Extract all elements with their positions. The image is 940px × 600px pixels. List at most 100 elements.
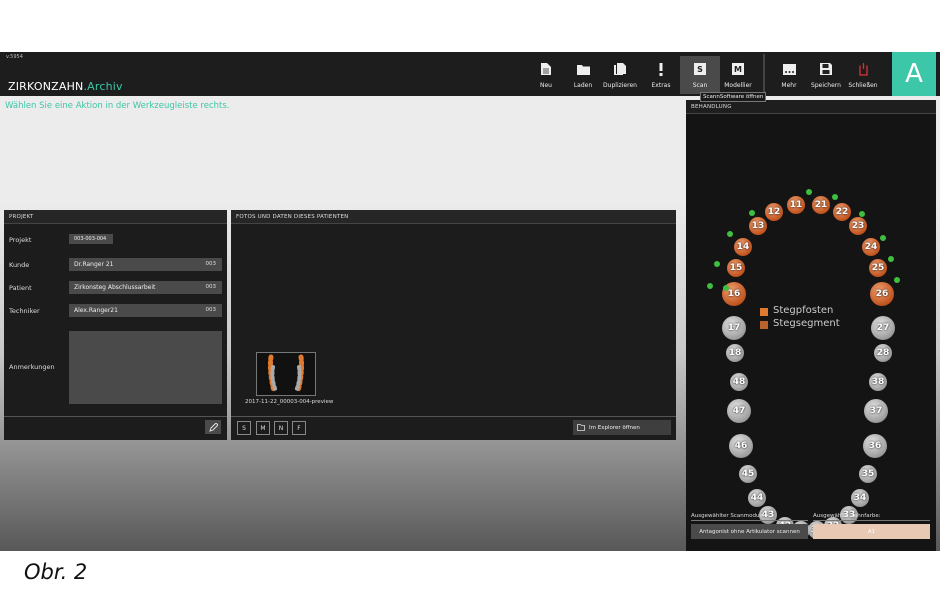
patient-label: Patient bbox=[9, 284, 32, 292]
legend-stegsegment-label: Stegsegment bbox=[773, 318, 840, 329]
toolbar-neu-button[interactable]: Neu bbox=[526, 56, 566, 94]
fotos-panel-title: FOTOS UND DATEN DIESES PATIENTEN bbox=[231, 210, 676, 224]
kunde-code: 003 bbox=[205, 261, 217, 267]
implant-marker-dot bbox=[888, 256, 894, 262]
tooth-48[interactable]: 48 bbox=[730, 373, 748, 391]
tooth-12[interactable]: 12 bbox=[765, 203, 783, 221]
scan-s-icon: S bbox=[694, 59, 706, 79]
techniker-field[interactable]: Alex.Ranger21 003 bbox=[69, 304, 222, 317]
power-icon bbox=[857, 59, 870, 79]
tooth-18[interactable]: 18 bbox=[726, 344, 744, 362]
tooth-17[interactable]: 17 bbox=[722, 316, 746, 340]
scanmodus-button[interactable]: Antagonist ohne Artikulator scannen bbox=[691, 524, 808, 539]
kunde-field[interactable]: Dr.Ranger 21 003 bbox=[69, 258, 222, 271]
zahnfarbe-button[interactable]: A1 bbox=[813, 524, 930, 539]
toolbar-label: Extras bbox=[651, 82, 671, 89]
tooth-34[interactable]: 34 bbox=[851, 489, 869, 507]
tooth-44[interactable]: 44 bbox=[748, 489, 766, 507]
tooth-25[interactable]: 25 bbox=[869, 259, 887, 277]
toolbar-modellier-button[interactable]: M Modellier bbox=[718, 56, 758, 94]
photo-thumbnail[interactable] bbox=[256, 352, 316, 396]
arch-preview-image bbox=[267, 354, 305, 394]
kunde-label: Kunde bbox=[9, 261, 30, 269]
app-header: v.5954 ZIRKONZAHN.Archiv Neu Laden Dupli… bbox=[0, 52, 940, 96]
new-document-icon bbox=[541, 59, 551, 79]
tooth-11[interactable]: 11 bbox=[787, 196, 805, 214]
patient-field[interactable]: Zirkonsteg Abschlussarbeit 003 bbox=[69, 281, 222, 294]
toolbar-label: Speichern bbox=[811, 82, 841, 89]
tooth-27[interactable]: 27 bbox=[871, 316, 895, 340]
implant-marker-dot bbox=[859, 211, 865, 217]
action-hint: Wählen Sie eine Aktion in der Werkzeugle… bbox=[5, 101, 230, 111]
fotos-m-button[interactable]: M bbox=[256, 421, 270, 435]
figure-caption: Obr. 2 bbox=[24, 560, 88, 584]
save-disk-icon bbox=[820, 59, 832, 79]
fotos-f-button[interactable]: F bbox=[292, 421, 306, 435]
tooth-23[interactable]: 23 bbox=[849, 217, 867, 235]
projekt-number-field[interactable]: 003-003-004 bbox=[69, 234, 113, 244]
tooth-35[interactable]: 35 bbox=[859, 465, 877, 483]
open-explorer-button[interactable]: Im Explorer öffnen bbox=[573, 420, 671, 435]
anmerkungen-label: Anmerkungen bbox=[9, 363, 55, 371]
folder-icon bbox=[577, 424, 585, 431]
implant-marker-dot bbox=[714, 261, 720, 267]
techniker-label: Techniker bbox=[9, 307, 40, 315]
divider bbox=[813, 520, 930, 521]
duplicate-icon bbox=[614, 59, 626, 79]
scan-glyph: S bbox=[694, 63, 706, 75]
toolbar-speichern-button[interactable]: Speichern bbox=[806, 56, 846, 94]
toolbar-label: Neu bbox=[540, 82, 552, 89]
divider bbox=[231, 416, 676, 417]
tooth-28[interactable]: 28 bbox=[874, 344, 892, 362]
modellier-m-icon: M bbox=[732, 59, 744, 79]
kunde-value: Dr.Ranger 21 bbox=[74, 261, 114, 268]
toolbar-label: Mehr bbox=[781, 82, 797, 89]
user-avatar[interactable]: A bbox=[892, 52, 936, 96]
toolbar-label: Duplizieren bbox=[603, 82, 637, 89]
tooth-46[interactable]: 46 bbox=[729, 434, 753, 458]
toolbar-schliessen-button[interactable]: Schließen bbox=[843, 56, 883, 94]
exclamation-icon bbox=[658, 59, 664, 79]
tooth-14[interactable]: 14 bbox=[734, 238, 752, 256]
top-margin bbox=[0, 0, 940, 52]
implant-marker-dot bbox=[880, 235, 886, 241]
toolbar-duplizieren-button[interactable]: Duplizieren bbox=[600, 56, 640, 94]
tooth-24[interactable]: 24 bbox=[862, 238, 880, 256]
tooth-36[interactable]: 36 bbox=[863, 434, 887, 458]
tooth-37[interactable]: 37 bbox=[864, 399, 888, 423]
divider bbox=[691, 520, 808, 521]
tooth-13[interactable]: 13 bbox=[749, 217, 767, 235]
projekt-panel-title: PROJEKT bbox=[4, 210, 227, 224]
tooth-22[interactable]: 22 bbox=[833, 203, 851, 221]
implant-marker-dot bbox=[727, 231, 733, 237]
edit-button[interactable] bbox=[205, 420, 221, 434]
fotos-n-button[interactable]: N bbox=[274, 421, 288, 435]
app-logo: ZIRKONZAHN.Archiv bbox=[8, 80, 123, 93]
implant-marker-dot bbox=[832, 194, 838, 200]
tooth-26[interactable]: 26 bbox=[870, 282, 894, 306]
zahnfarbe-label: Ausgewählte Zahnfarbe: bbox=[813, 513, 881, 519]
anmerkungen-textarea[interactable] bbox=[69, 331, 222, 404]
toolbar-divider bbox=[763, 54, 765, 94]
toolbar-label: Schließen bbox=[848, 82, 878, 89]
tooth-45[interactable]: 45 bbox=[739, 465, 757, 483]
open-explorer-label: Im Explorer öffnen bbox=[589, 424, 640, 431]
toolbar-mehr-button[interactable]: Mehr bbox=[769, 56, 809, 94]
tooth-15[interactable]: 15 bbox=[727, 259, 745, 277]
fotos-s-button[interactable]: S bbox=[237, 421, 251, 435]
tooth-21[interactable]: 21 bbox=[812, 196, 830, 214]
fotos-panel: FOTOS UND DATEN DIESES PATIENTEN 2017-11… bbox=[231, 210, 676, 440]
toolbar-laden-button[interactable]: Laden bbox=[563, 56, 603, 94]
tooth-38[interactable]: 38 bbox=[869, 373, 887, 391]
implant-marker-dot bbox=[806, 189, 812, 195]
toolbar-scan-button[interactable]: S Scan bbox=[680, 56, 720, 94]
implant-marker-dot bbox=[707, 283, 713, 289]
legend-stegsegment-swatch bbox=[760, 321, 768, 329]
tooth-47[interactable]: 47 bbox=[727, 399, 751, 423]
toolbar-label: Laden bbox=[573, 82, 593, 89]
pencil-icon bbox=[208, 422, 218, 432]
toolbar-extras-button[interactable]: Extras bbox=[641, 56, 681, 94]
legend-stegpfosten-label: Stegpfosten bbox=[773, 305, 834, 316]
divider bbox=[4, 416, 227, 417]
behandlung-panel: BEHANDLUNG 18 17 16 15 14 13 12 11 21 22 23 24 25 26 2… bbox=[686, 100, 936, 551]
